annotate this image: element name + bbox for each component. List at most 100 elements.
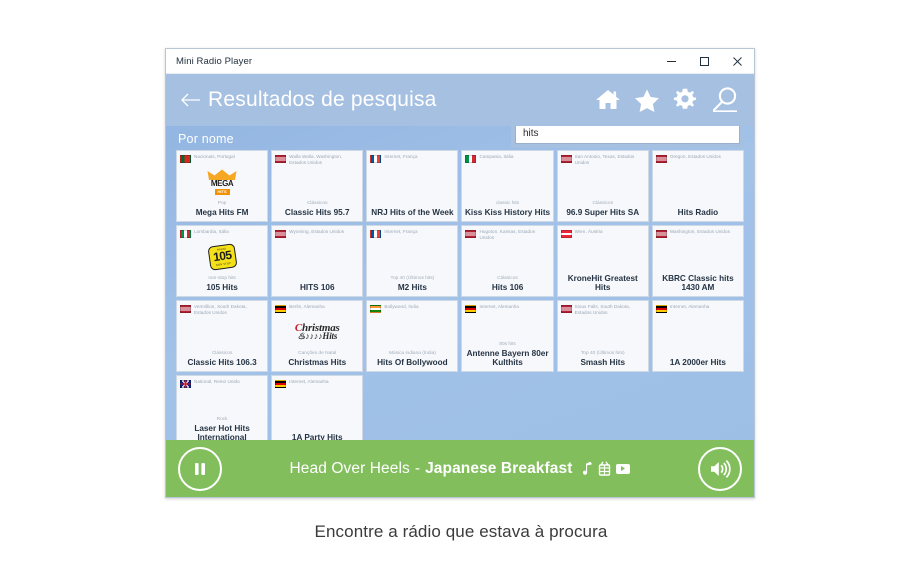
station-card[interactable]: Bollywood, Índia Música indiana (Índia) Hi… (366, 300, 459, 372)
station-card-header: Walla Walla, Washington, Estados Unidos (272, 151, 362, 166)
station-name: Smash Hits (580, 357, 626, 367)
track-title: Head Over Heels (289, 459, 410, 477)
station-logo (177, 316, 267, 351)
station-card[interactable]: Internet, Alemanha 80s hits Antenne Bayern… (461, 300, 554, 372)
station-card[interactable]: Hugoton, Kansas, Estados Unidos Clássicos… (461, 225, 554, 297)
content-area: Por nome Nacionais, PortugalMEGAHITSPopM… (166, 126, 754, 440)
station-card[interactable]: Internet, Alemanha 1A 2000er Hits (651, 300, 744, 372)
home-button[interactable] (595, 88, 621, 112)
station-name: Hits Radio (677, 207, 719, 217)
play-pause-button[interactable] (178, 446, 222, 491)
station-location: Oregon, Estados Unidos (669, 154, 721, 159)
station-name: Classic Hits 95.7 (284, 207, 350, 217)
search-button[interactable] (710, 85, 740, 115)
station-card-header: Hugoton, Kansas, Estados Unidos (462, 226, 552, 241)
station-card[interactable]: Internet, França NRJ Hits of the Week (366, 150, 459, 222)
station-name: KroneHit Greatest Hits (567, 273, 638, 292)
station-card[interactable]: Internet, França Top 40 (Últimos hits) M2 … (366, 225, 459, 297)
flag-icon (655, 305, 667, 313)
store-icon (599, 461, 611, 476)
station-logo (177, 388, 267, 417)
station-card-header: Internet, Alemanha (272, 376, 362, 388)
station-name: 105 Hits (206, 282, 238, 292)
station-name: Laser Hot Hits International (194, 423, 250, 440)
station-card[interactable]: Wyoming, Estados Unidos HITS 106 (271, 225, 364, 297)
station-card-header: Vermillion, South Dakota, Estados Unidos (177, 301, 267, 316)
station-name: Kiss Kiss History Hits (465, 207, 551, 217)
minimize-button[interactable] (655, 49, 688, 73)
flag-icon (180, 305, 191, 313)
station-genre: Clássicos (497, 276, 518, 282)
station-grid: Nacionais, Portugal MEGA HITS Pop Mega Hits … (174, 150, 746, 440)
station-card[interactable]: Sioux Falls, South Dakota, Estados Unido… (556, 300, 649, 372)
station-card[interactable]: Berlin, Alemanha Christmas ♨♪♪♪♪Hits Cançõe… (271, 300, 364, 372)
close-icon (733, 56, 742, 66)
station-logo (462, 313, 552, 342)
station-genre: Clássicos (306, 201, 328, 207)
station-name: NRJ Hits of the Week (371, 207, 454, 217)
station-card[interactable]: Walla Walla, Washington, Estados Unidos C… (271, 150, 364, 222)
station-card[interactable]: Lombardia, Itália RADIO 105 NON STOP non-sto… (176, 225, 269, 297)
back-button[interactable] (178, 87, 204, 113)
search-field-wrapper (511, 126, 744, 148)
station-card-header: Internet, Alemanha (653, 301, 743, 313)
figure-caption: Encontre a rádio que estava à procura (314, 522, 608, 541)
maximize-button[interactable] (688, 49, 721, 73)
station-location: Wien, Áustria (574, 229, 603, 234)
station-card[interactable]: Washington, Estados Unidos KBRC Classic h… (651, 225, 744, 297)
flag-icon (370, 305, 382, 313)
app-header: Resultados de pesquisa (166, 74, 754, 126)
flag-icon (180, 230, 191, 238)
station-genre: Clássicos (211, 351, 233, 357)
flag-icon (560, 230, 572, 238)
station-card[interactable]: San Antonio, Texas, Estados Unidos Clássi… (556, 150, 649, 222)
flag-icon (560, 305, 572, 313)
station-card[interactable]: Campania, Itália classic hits Kiss Kiss Hi… (461, 150, 554, 222)
track-action-icons (580, 461, 631, 476)
station-card-header: Lombardia, Itália (177, 226, 267, 238)
station-card[interactable]: Internet, Alemanha 1A Party Hits (271, 375, 364, 440)
station-genre: 80s hits (499, 341, 516, 347)
station-card[interactable]: Vermillion, South Dakota, Estados Unidos… (176, 300, 269, 372)
search-input[interactable] (515, 126, 740, 144)
station-genre: Top 40 (Últimos hits) (390, 276, 435, 282)
station-card-header: San Antonio, Texas, Estados Unidos (558, 151, 648, 166)
station-card[interactable]: National, Reino Unido Rock Laser Hot Hits … (176, 375, 269, 440)
station-logo (367, 238, 457, 276)
station-location: Lombardia, Itália (194, 229, 229, 234)
flag-icon (180, 155, 191, 163)
station-location: Walla Walla, Washington, Estados Unidos (289, 154, 343, 165)
station-name: Hits 106 (491, 282, 524, 292)
station-card[interactable]: Oregon, Estados Unidos Hits Radio (651, 150, 744, 222)
station-logo (272, 166, 362, 201)
header-toolbar (595, 85, 740, 115)
close-button[interactable] (721, 49, 754, 73)
now-playing: Head Over Heels - Japanese Breakfast (222, 460, 698, 478)
music-note-icon (583, 461, 593, 475)
station-logo (462, 241, 552, 276)
station-location: Nacionais, Portugal (194, 154, 235, 159)
maximize-icon (700, 56, 709, 66)
station-logo (558, 166, 648, 201)
station-location: Campania, Itália (479, 154, 514, 159)
station-card[interactable]: Wien, Áustria KroneHit Greatest Hits (556, 225, 649, 297)
station-card-header: Sioux Falls, South Dakota, Estados Unido… (558, 301, 648, 316)
settings-button[interactable] (673, 88, 697, 112)
station-location: Hugoton, Kansas, Estados Unidos (479, 229, 536, 240)
pause-icon (195, 462, 205, 475)
station-location: San Antonio, Texas, Estados Unidos (574, 154, 635, 165)
volume-button[interactable] (698, 446, 742, 491)
station-logo (367, 163, 457, 207)
flag-icon (370, 155, 382, 163)
station-location: Vermillion, South Dakota, Estados Unidos (194, 304, 247, 315)
station-location: Internet, Alemanha (479, 304, 519, 309)
station-card[interactable]: Nacionais, Portugal MEGA HITS Pop Mega Hits … (176, 150, 269, 222)
youtube-icon[interactable] (616, 463, 631, 474)
station-logo-christmas: Christmas ♨♪♪♪♪Hits (294, 322, 340, 342)
flag-icon (275, 155, 287, 163)
app-window: Mini Radio Player Resultados de pesquisa (165, 48, 755, 498)
station-logo (272, 238, 362, 282)
flag-icon (180, 380, 191, 388)
station-name: 96.9 Super Hits SA (566, 207, 640, 217)
favorites-button[interactable] (634, 88, 660, 112)
